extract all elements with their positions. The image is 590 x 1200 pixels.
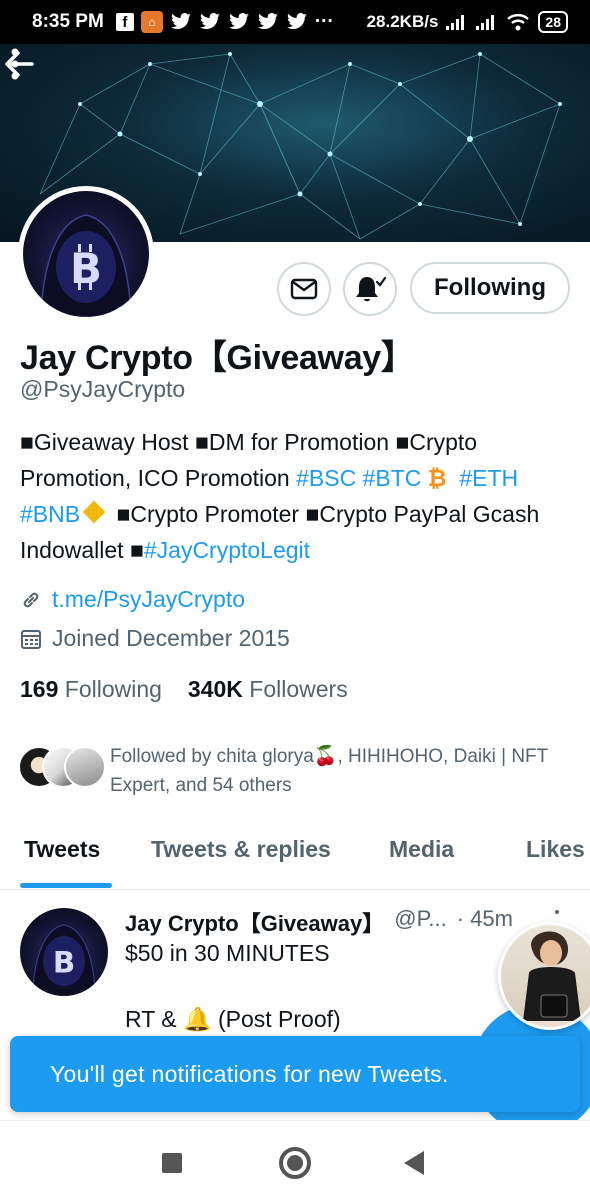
mail-icon	[290, 278, 318, 300]
bell-check-icon	[356, 276, 387, 302]
twitter-icon	[228, 13, 249, 30]
tweet-author-handle: @P...	[394, 906, 447, 931]
followed-by-avatars	[18, 746, 106, 790]
profile-name: Jay Crypto【Giveaway】	[20, 339, 415, 377]
bitcoin-letter: B	[53, 945, 75, 979]
following-label: Following	[64, 676, 162, 702]
bitcoin-emoji-icon: ₿	[427, 465, 447, 491]
back-triangle-icon[interactable]	[404, 1151, 424, 1175]
tab-tweets-replies[interactable]: Tweets & replies	[151, 836, 331, 863]
followed-by-text: Followed by chita glorya🍒, HIHIHOHO, Dai…	[110, 746, 548, 796]
tweet-text-line: $50 in 30 MINUTES	[125, 940, 330, 966]
hashtag-jaycryptolegit[interactable]: #JayCryptoLegit	[144, 537, 310, 563]
joined-row: Joined December 2015	[20, 625, 290, 652]
recent-apps-icon[interactable]	[162, 1153, 182, 1173]
facebook-icon: f	[115, 13, 134, 31]
hooded-figure-bitcoin-graphic: B	[32, 924, 96, 996]
hooded-figure-bitcoin-graphic: B	[40, 214, 132, 317]
wifi-icon	[507, 14, 530, 31]
followers-label: Followers	[249, 676, 348, 702]
hashtag-btc[interactable]: #BTC	[363, 465, 422, 491]
status-bar: 8:35 PM f ⌂ ··· 28.2KB/s 28	[0, 0, 590, 44]
tweet-text-line: RT & 🔔 (Post Proof)	[125, 1006, 341, 1032]
profile-link[interactable]: t.me/PsyJayCrypto	[52, 586, 245, 613]
following-count: 169	[20, 676, 59, 702]
following-stat[interactable]: 169 Following	[20, 676, 162, 703]
message-button[interactable]	[277, 262, 331, 316]
app-notification-icon: ⌂	[140, 11, 163, 33]
profile-tabs: Tweets Tweets & replies Media Likes	[0, 820, 590, 890]
follower-avatar	[64, 746, 106, 788]
profile-bio: ■Giveaway Host ■DM for Promotion ■Crypto…	[20, 424, 580, 568]
follow-stats: 169 Following 340K Followers	[20, 676, 348, 703]
tweet-time: · 45m	[456, 906, 513, 931]
network-speed: 28.2KB/s	[366, 12, 439, 31]
signal-icon	[446, 15, 465, 30]
status-system-icons: 28.2KB/s 28	[367, 11, 568, 33]
hashtag-bsc[interactable]: #BSC	[296, 465, 356, 491]
status-notification-icons: f ⌂ ···	[115, 11, 334, 33]
notifications-button[interactable]	[343, 262, 397, 316]
following-button[interactable]: Following	[410, 262, 570, 314]
twitter-icon	[199, 13, 220, 30]
battery-icon: 28	[538, 11, 568, 33]
profile-link-row: t.me/PsyJayCrypto	[20, 586, 245, 613]
followers-count: 340K	[187, 676, 243, 702]
bnb-emoji-icon	[82, 500, 106, 524]
active-tab-indicator	[20, 883, 112, 888]
signal-icon	[476, 15, 495, 30]
home-icon[interactable]	[279, 1147, 311, 1179]
more-vertical-icon[interactable]	[0, 44, 30, 84]
bitcoin-letter: B	[70, 244, 102, 293]
tab-likes[interactable]: Likes	[526, 836, 585, 863]
tweet-avatar[interactable]: B	[20, 908, 108, 996]
hashtag-bnb[interactable]: #BNB	[20, 501, 80, 527]
hashtag-eth[interactable]: #ETH	[459, 465, 518, 491]
tab-tweets[interactable]: Tweets	[24, 836, 100, 863]
link-icon	[23, 592, 39, 607]
status-time: 8:35 PM	[32, 11, 104, 32]
followed-by[interactable]: Followed by chita glorya🍒, HIHIHOHO, Dai…	[18, 742, 580, 800]
twitter-icon	[257, 13, 278, 30]
joined-date: Joined December 2015	[52, 625, 290, 651]
followers-stat[interactable]: 340K Followers	[188, 676, 348, 703]
more-notifications-icon: ···	[314, 11, 334, 32]
tweet-author-name[interactable]: Jay Crypto【Giveaway】	[125, 906, 384, 938]
twitter-icon	[170, 13, 191, 30]
avatar-image: B	[23, 191, 149, 317]
person-photo	[521, 931, 583, 1027]
tab-media[interactable]: Media	[389, 836, 454, 863]
twitter-icon	[286, 13, 307, 30]
system-navigation-bar	[0, 1120, 590, 1200]
profile-handle: @PsyJayCrypto	[20, 376, 186, 402]
notification-toast[interactable]: You'll get notifications for new Tweets.	[10, 1036, 580, 1112]
profile-avatar[interactable]: B	[18, 186, 154, 322]
tweet-header: Jay Crypto【Giveaway】 @P... · 45m	[125, 906, 513, 938]
calendar-icon	[21, 629, 41, 649]
